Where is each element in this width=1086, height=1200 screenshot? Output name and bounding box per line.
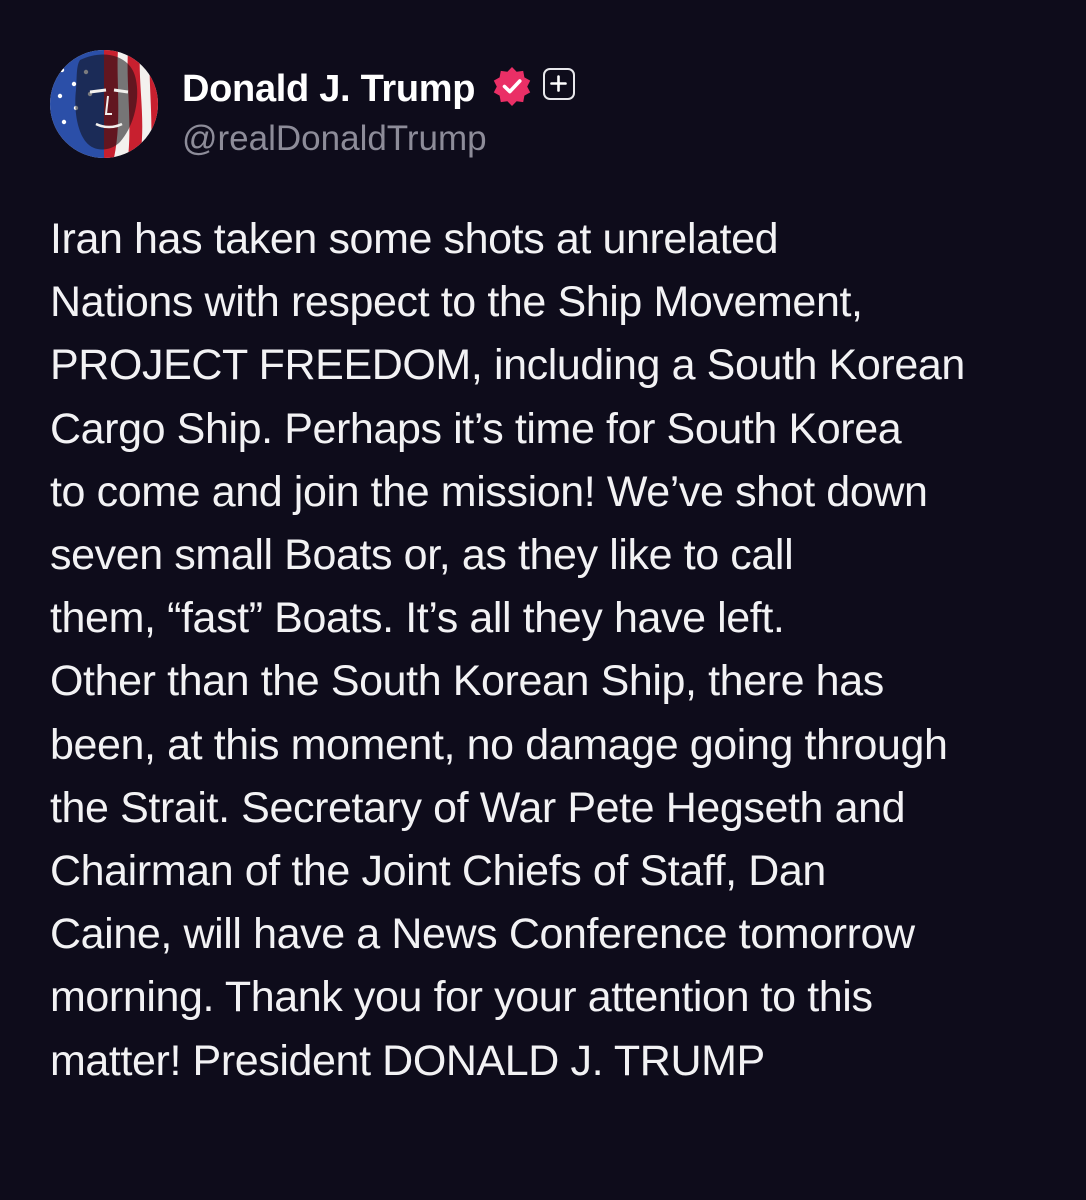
- post-text: Iran has taken some shots at unrelated N…: [50, 208, 1040, 1093]
- display-name[interactable]: Donald J. Trump: [182, 66, 476, 112]
- post-header: Donald J. Trump @realDonaldTrump: [50, 48, 1040, 160]
- post-line: seven small Boats or, as they like to ca…: [50, 531, 794, 580]
- user-handle[interactable]: @realDonaldTrump: [182, 118, 487, 160]
- post-line: to come and join the mission! We’ve shot…: [50, 467, 928, 516]
- post-line: been, at this moment, no damage going th…: [50, 720, 948, 769]
- post-line: Chairman of the Joint Chiefs of Staff, D…: [50, 847, 826, 896]
- post-line: morning. Thank you for your attention to…: [50, 973, 873, 1022]
- post-line: Other than the South Korean Ship, there …: [50, 657, 884, 706]
- follow-button[interactable]: [543, 68, 575, 100]
- post-line: Nations with respect to the Ship Movemen…: [50, 278, 863, 327]
- post-line: the Strait. Secretary of War Pete Hegset…: [50, 783, 906, 832]
- verified-badge-icon: [492, 66, 532, 106]
- post-line: PROJECT FREEDOM, including a South Korea…: [50, 341, 965, 390]
- post-line: Iran has taken some shots at unrelated: [50, 215, 779, 263]
- plus-icon: [550, 75, 567, 92]
- avatar[interactable]: [50, 50, 158, 158]
- avatar-image: [50, 50, 158, 158]
- post-line: matter! President DONALD J. TRUMP: [50, 1036, 765, 1085]
- post-line: Cargo Ship. Perhaps it’s time for South …: [50, 404, 902, 453]
- post-line: Caine, will have a News Conference tomor…: [50, 910, 915, 959]
- post-line: them, “fast” Boats. It’s all they have l…: [50, 594, 785, 643]
